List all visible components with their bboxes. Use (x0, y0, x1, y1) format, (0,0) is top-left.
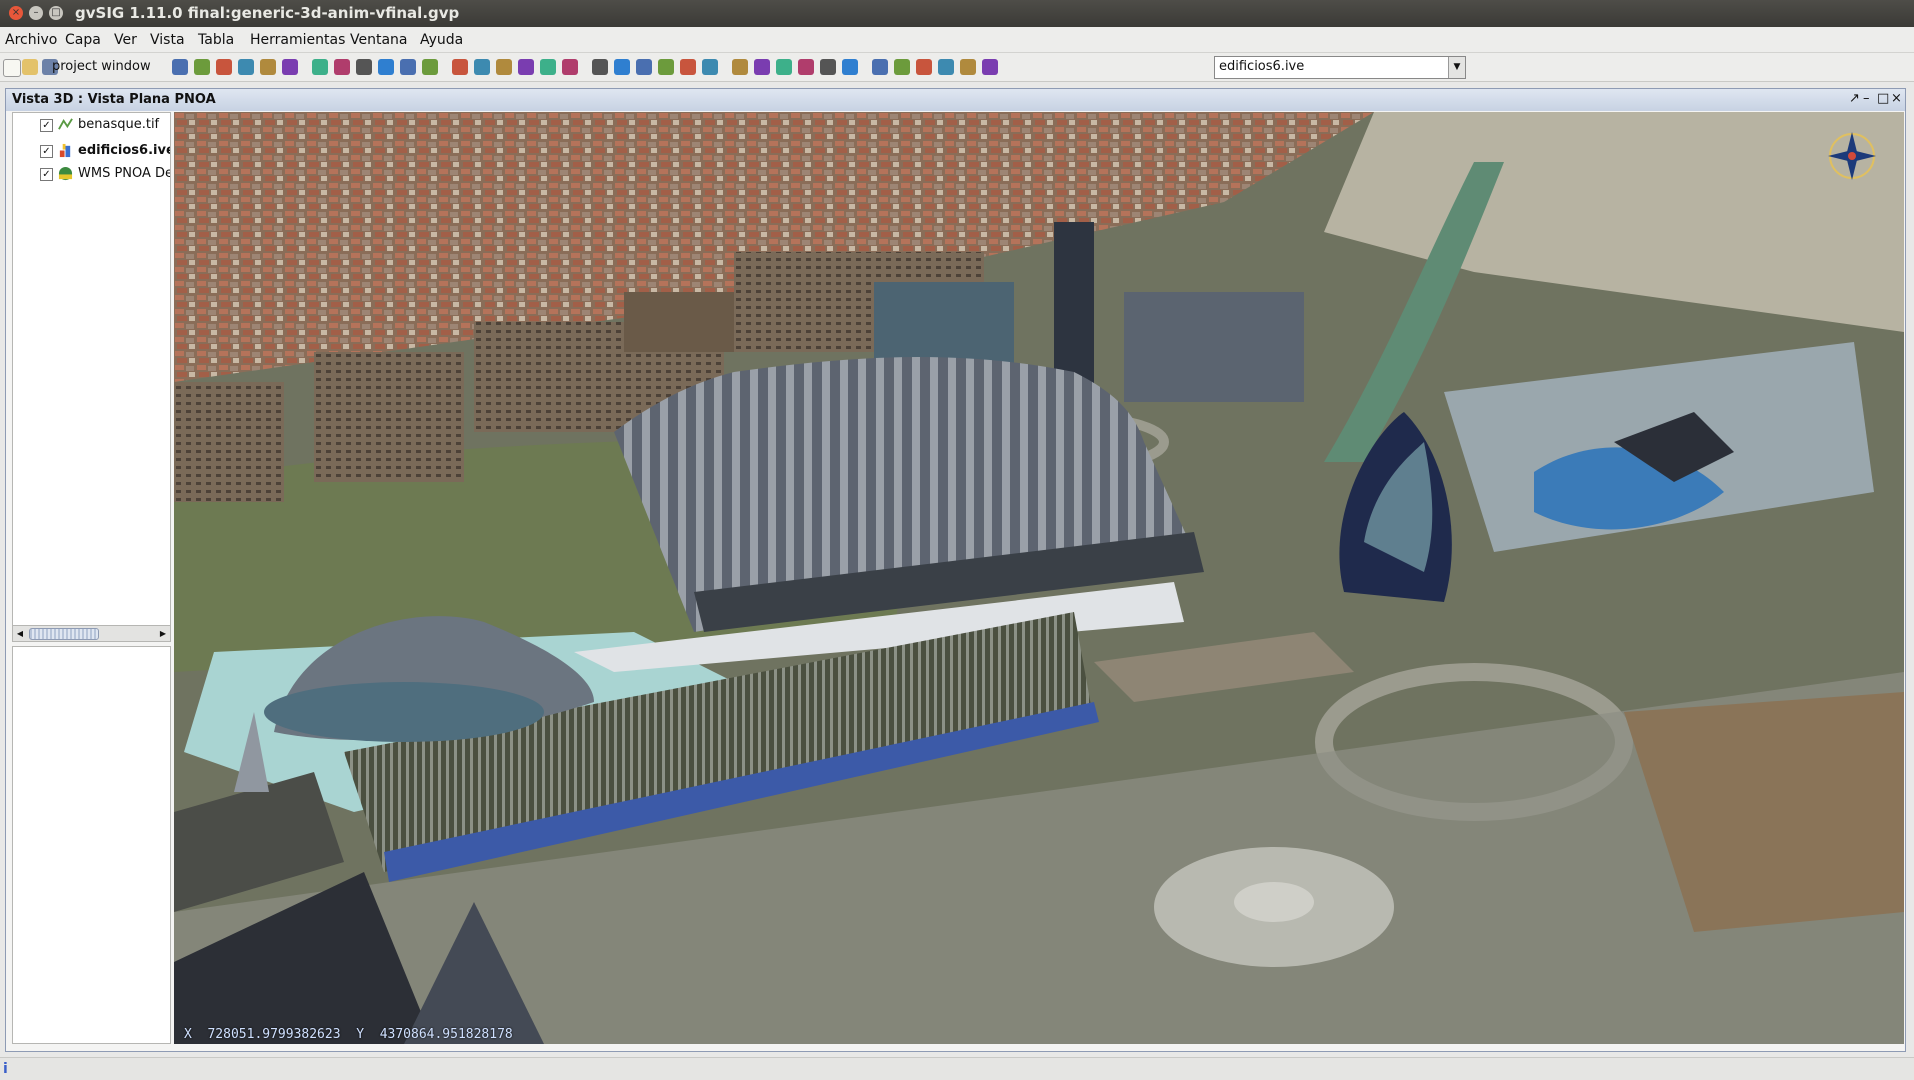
menu-bar: Archivo Capa Ver Vista Tabla Herramienta… (0, 27, 1914, 53)
menu-vista[interactable]: Vista (150, 32, 185, 48)
maximize-frame-icon[interactable]: □ (1877, 91, 1889, 106)
edit-icon[interactable] (938, 59, 954, 75)
zoom-3d-icon[interactable] (916, 59, 932, 75)
snap-icon[interactable] (798, 59, 814, 75)
raster-layer-icon (58, 118, 73, 130)
x-coord-label: X (184, 1027, 192, 1042)
scroll-left-icon[interactable]: ◀ (13, 626, 27, 641)
add-layer-icon[interactable] (172, 59, 188, 75)
globe-icon[interactable] (540, 59, 556, 75)
open-project-icon[interactable] (22, 59, 38, 75)
help-icon[interactable] (872, 59, 888, 75)
menu-herramientas[interactable]: Herramientas (250, 32, 345, 48)
layer-checkbox[interactable]: ✓ (40, 119, 53, 132)
view-frame: Vista 3D : Vista Plana PNOA ↗ – □ × ✓ be… (5, 88, 1906, 1052)
3d-scene (174, 112, 1904, 1044)
layer-select[interactable]: edificios6.ive ▼ (1214, 56, 1466, 79)
info-icon: i (3, 1061, 8, 1077)
select-icon[interactable] (334, 59, 350, 75)
menu-ayuda[interactable]: Ayuda (420, 32, 463, 48)
area-icon[interactable] (422, 59, 438, 75)
toolbar: project window edificios6.ive ▼ (0, 53, 1914, 82)
table-icon[interactable] (452, 59, 468, 75)
menu-tabla[interactable]: Tabla (198, 32, 234, 48)
measure-icon[interactable] (400, 59, 416, 75)
play-icon[interactable] (754, 59, 770, 75)
layer-select-value: edificios6.ive (1219, 59, 1305, 74)
zoom-extent-icon[interactable] (282, 59, 298, 75)
layer-checkbox[interactable]: ✓ (40, 168, 53, 181)
cursor-icon[interactable] (194, 59, 210, 75)
chevron-down-icon[interactable]: ▼ (1448, 57, 1465, 78)
layer-item-edificios6[interactable]: ✓ edificios6.ive (13, 140, 170, 162)
navigate-icon[interactable] (636, 59, 652, 75)
refresh-icon[interactable] (518, 59, 534, 75)
new-project-icon[interactable] (3, 59, 21, 77)
layer-name: benasque.tif (78, 117, 160, 132)
status-bar: i (0, 1057, 1914, 1080)
close-icon[interactable]: × (9, 6, 23, 20)
info-icon[interactable] (312, 59, 328, 75)
minimize-icon[interactable]: – (29, 6, 43, 20)
select-rect-icon[interactable] (356, 59, 372, 75)
record-icon[interactable] (732, 59, 748, 75)
grid-icon[interactable] (820, 59, 836, 75)
3d-map-viewport[interactable]: X 728051.9799382623 Y 4370864.951828178 (174, 112, 1904, 1044)
y-coord-value: 4370864.951828178 (379, 1027, 513, 1042)
coordinate-readout: X 728051.9799382623 Y 4370864.951828178 (184, 1027, 513, 1042)
rotate-icon[interactable] (614, 59, 630, 75)
menu-ventana[interactable]: Ventana (350, 32, 408, 48)
zoom-in-icon[interactable] (238, 59, 254, 75)
select-poly-icon[interactable] (378, 59, 394, 75)
pan-icon[interactable] (216, 59, 232, 75)
menu-ver[interactable]: Ver (114, 32, 137, 48)
maximize-icon[interactable]: □ (49, 6, 63, 20)
locate-icon[interactable] (496, 59, 512, 75)
scroll-right-icon[interactable]: ▶ (156, 626, 170, 641)
3d-model-layer-icon (59, 143, 71, 158)
zoom-out-icon[interactable] (260, 59, 276, 75)
layer-name: edificios6.ive (78, 143, 171, 158)
close-frame-icon[interactable]: × (1891, 91, 1902, 106)
zoom-box-icon[interactable] (894, 59, 910, 75)
orbit-icon[interactable] (680, 59, 696, 75)
layer-toc: ✓ benasque.tif ✓ edificios6.ive ✓ WMS PN… (12, 112, 171, 626)
view-title: Vista 3D : Vista Plana PNOA (12, 92, 216, 107)
window-title: gvSIG 1.11.0 final:generic-3d-anim-vfina… (75, 4, 460, 22)
y-coord-label: Y (356, 1027, 365, 1042)
select-all-icon[interactable] (592, 59, 608, 75)
stop-icon[interactable] (776, 59, 792, 75)
fly-icon[interactable] (658, 59, 674, 75)
view-frame-titlebar: Vista 3D : Vista Plana PNOA ↗ – □ × (6, 89, 1905, 111)
layer-item-benasque[interactable]: ✓ benasque.tif (13, 114, 170, 136)
layer-checkbox[interactable]: ✓ (40, 145, 53, 158)
minimize-frame-icon[interactable]: – (1863, 91, 1870, 106)
flag-icon[interactable] (982, 59, 998, 75)
layers-icon[interactable] (562, 59, 578, 75)
layer-name: WMS PNOA De (78, 166, 171, 181)
settings-icon[interactable] (842, 59, 858, 75)
locator-map[interactable] (12, 646, 171, 1044)
scrollbar-thumb[interactable] (29, 628, 99, 640)
camera-icon[interactable] (702, 59, 718, 75)
menu-capa[interactable]: Capa (65, 32, 101, 48)
animation-icon[interactable] (960, 59, 976, 75)
window-titlebar: × – □ gvSIG 1.11.0 final:generic-3d-anim… (0, 0, 1914, 27)
wms-layer-icon (58, 166, 73, 181)
menu-archivo[interactable]: Archivo (5, 32, 57, 48)
pin-icon[interactable]: ↗ (1849, 91, 1860, 106)
x-coord-value: 728051.9799382623 (207, 1027, 341, 1042)
graph-icon[interactable] (474, 59, 490, 75)
toc-horizontal-scrollbar[interactable]: ◀ ▶ (12, 625, 171, 642)
layer-item-wms-pnoa[interactable]: ✓ WMS PNOA De (13, 163, 170, 185)
project-window-button[interactable]: project window (48, 57, 155, 77)
